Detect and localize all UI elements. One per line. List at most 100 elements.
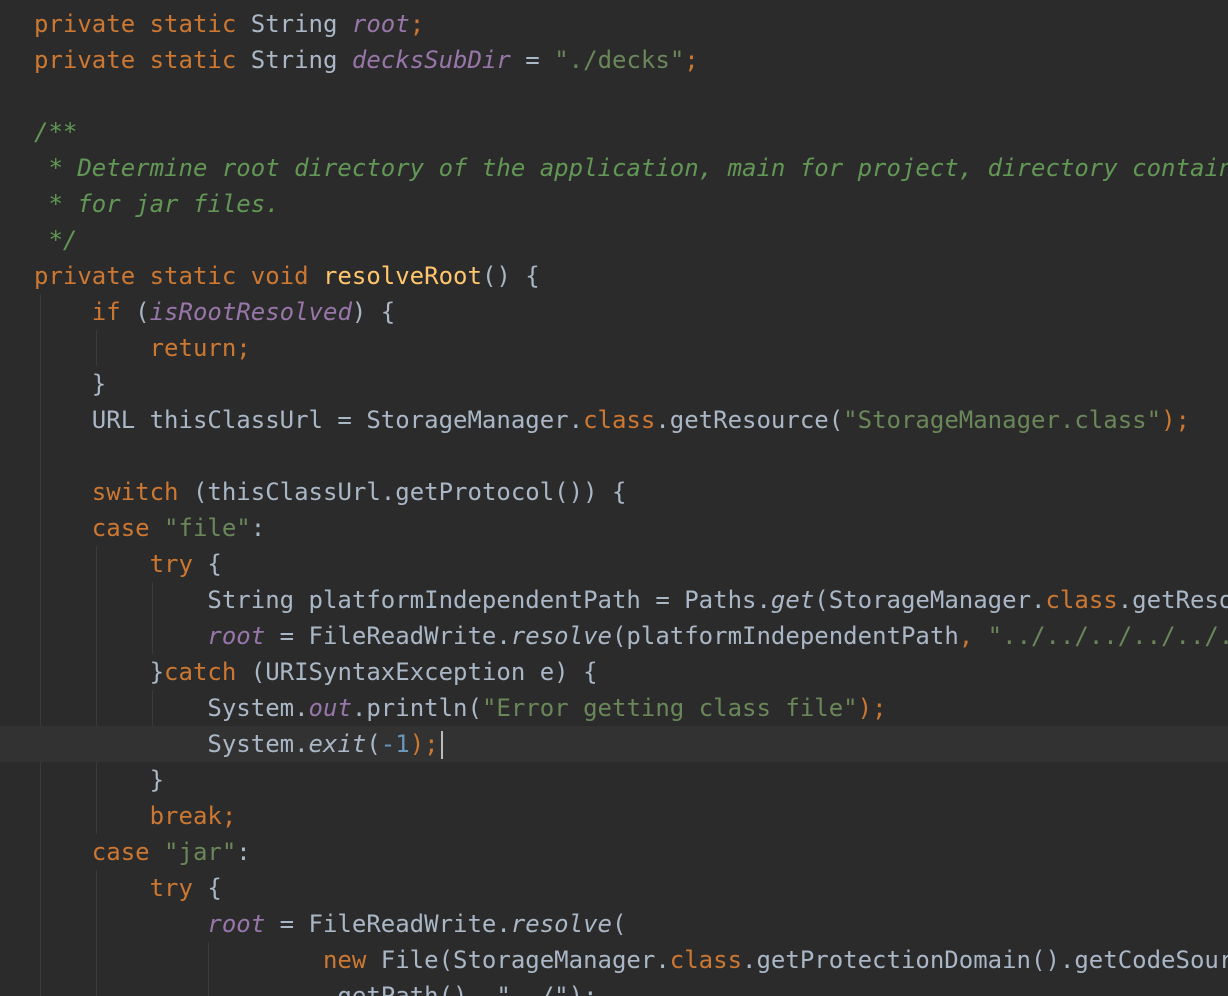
code-token: );: [1161, 406, 1190, 434]
code-line[interactable]: new File(StorageManager.class.getProtect…: [0, 942, 1228, 978]
code-token: root: [207, 622, 266, 650]
code-line-text: String platformIndependentPath = Paths.g…: [34, 582, 1228, 618]
code-token: );: [857, 694, 887, 722]
code-token: =: [510, 46, 555, 74]
code-token: String platformIndependentPath = Paths.: [34, 586, 771, 614]
code-token: "../../../../../../: [987, 622, 1228, 650]
code-line[interactable]: }: [0, 762, 1228, 798]
code-token: System.: [34, 730, 309, 758]
code-line[interactable]: private static void resolveRoot() {: [0, 258, 1228, 294]
code-token: out: [308, 694, 352, 722]
code-token: ;: [409, 10, 425, 38]
code-token: }: [34, 658, 165, 686]
code-line-text: case "file":: [34, 510, 265, 546]
code-line[interactable]: }catch (URISyntaxException e) {: [0, 654, 1228, 690]
code-token: case: [91, 514, 165, 542]
code-line[interactable]: */: [0, 222, 1228, 258]
code-line-text: break;: [34, 798, 237, 834]
code-editor[interactable]: private static String root; private stati…: [0, 0, 1228, 996]
code-token: .println(: [351, 694, 482, 722]
code-token: root: [207, 910, 266, 938]
code-token: try: [149, 550, 208, 578]
code-token: private static void: [34, 262, 323, 290]
code-line-text: private static void resolveRoot() {: [34, 258, 540, 294]
code-line-text: }: [34, 762, 164, 798]
code-line[interactable]: try {: [0, 870, 1228, 906]
code-line[interactable]: URL thisClassUrl = StorageManager.class.…: [0, 402, 1228, 438]
code-token: resolveRoot: [322, 262, 482, 290]
code-token: root: [351, 10, 410, 38]
code-token: ,: [958, 622, 988, 650]
code-token: .getProtectionDomain().getCodeSource: [742, 946, 1228, 974]
code-line-text: case "jar":: [34, 834, 251, 870]
code-token: (: [135, 298, 150, 326]
code-token: :: [236, 838, 251, 866]
code-token: "Error getting class file": [481, 694, 858, 722]
code-line[interactable]: if (isRootResolved) {: [0, 294, 1228, 330]
code-line-text: switch (thisClassUrl.getProtocol()) {: [34, 474, 627, 510]
code-line[interactable]: private static String root;: [0, 6, 1228, 42]
code-line[interactable]: /**: [0, 114, 1228, 150]
code-token: resolve: [510, 622, 612, 650]
code-line-text: root = FileReadWrite.resolve(platformInd…: [34, 618, 1228, 654]
code-token: catch: [164, 658, 251, 686]
code-line-text: System.out.println("Error getting class …: [34, 690, 887, 726]
code-line-text: .getPath(), "../");: [34, 978, 598, 996]
code-token: () {: [481, 262, 540, 290]
code-line-text: System.exit(-1);: [34, 726, 443, 762]
code-line-text: /**: [34, 114, 77, 150]
code-line[interactable]: [0, 438, 1228, 474]
code-line[interactable]: case "file":: [0, 510, 1228, 546]
code-token: class: [1045, 586, 1118, 614]
code-token: = FileReadWrite.: [265, 910, 511, 938]
code-line[interactable]: try {: [0, 546, 1228, 582]
code-token: URL thisClassUrl = StorageManager.: [34, 406, 584, 434]
code-line[interactable]: return;: [0, 330, 1228, 366]
code-token: "./decks": [554, 46, 685, 74]
code-token: String: [250, 46, 352, 74]
code-line-text: * for jar files.: [34, 186, 279, 222]
code-line-text: try {: [34, 546, 222, 582]
code-token: .getResource(: [655, 406, 844, 434]
code-line[interactable]: case "jar":: [0, 834, 1228, 870]
code-token: /**: [34, 118, 78, 146]
code-line[interactable]: root = FileReadWrite.resolve(platformInd…: [0, 618, 1228, 654]
code-token: (platformIndependentPath: [611, 622, 959, 650]
code-token: exit: [308, 730, 367, 758]
code-line-text: private static String decksSubDir = "./d…: [34, 42, 699, 78]
code-token: * Determine root directory of the applic…: [34, 154, 1228, 182]
code-line[interactable]: [0, 78, 1228, 114]
code-token: }: [34, 370, 107, 398]
code-line[interactable]: .getPath(), "../");: [0, 978, 1228, 996]
code-line[interactable]: switch (thisClassUrl.getProtocol()) {: [0, 474, 1228, 510]
code-line[interactable]: System.out.println("Error getting class …: [0, 690, 1228, 726]
code-line-text: try {: [34, 870, 222, 906]
code-token: (: [366, 730, 381, 758]
code-line[interactable]: * Determine root directory of the applic…: [0, 150, 1228, 186]
code-line[interactable]: break;: [0, 798, 1228, 834]
code-token: .getPath(), "../");: [34, 982, 598, 996]
code-line[interactable]: private static String decksSubDir = "./d…: [0, 42, 1228, 78]
code-line-text: URL thisClassUrl = StorageManager.class.…: [34, 402, 1190, 438]
code-token: switch: [91, 478, 193, 506]
code-token: (URISyntaxException e) {: [250, 658, 598, 686]
text-caret: [440, 731, 443, 759]
code-line[interactable]: String platformIndependentPath = Paths.g…: [0, 582, 1228, 618]
code-line-text: */: [34, 222, 77, 258]
code-line-text: * Determine root directory of the applic…: [34, 150, 1228, 186]
code-token: resolve: [510, 910, 612, 938]
code-token: private static: [34, 10, 251, 38]
code-line[interactable]: * for jar files.: [0, 186, 1228, 222]
code-token: ;: [684, 46, 699, 74]
code-token: decksSubDir: [351, 46, 511, 74]
code-line[interactable]: }: [0, 366, 1228, 402]
code-line[interactable]: root = FileReadWrite.resolve(: [0, 906, 1228, 942]
code-token: -1: [380, 730, 410, 758]
code-token: new: [322, 946, 381, 974]
code-token: try: [149, 874, 208, 902]
current-code-line[interactable]: System.exit(-1);: [0, 726, 1228, 762]
